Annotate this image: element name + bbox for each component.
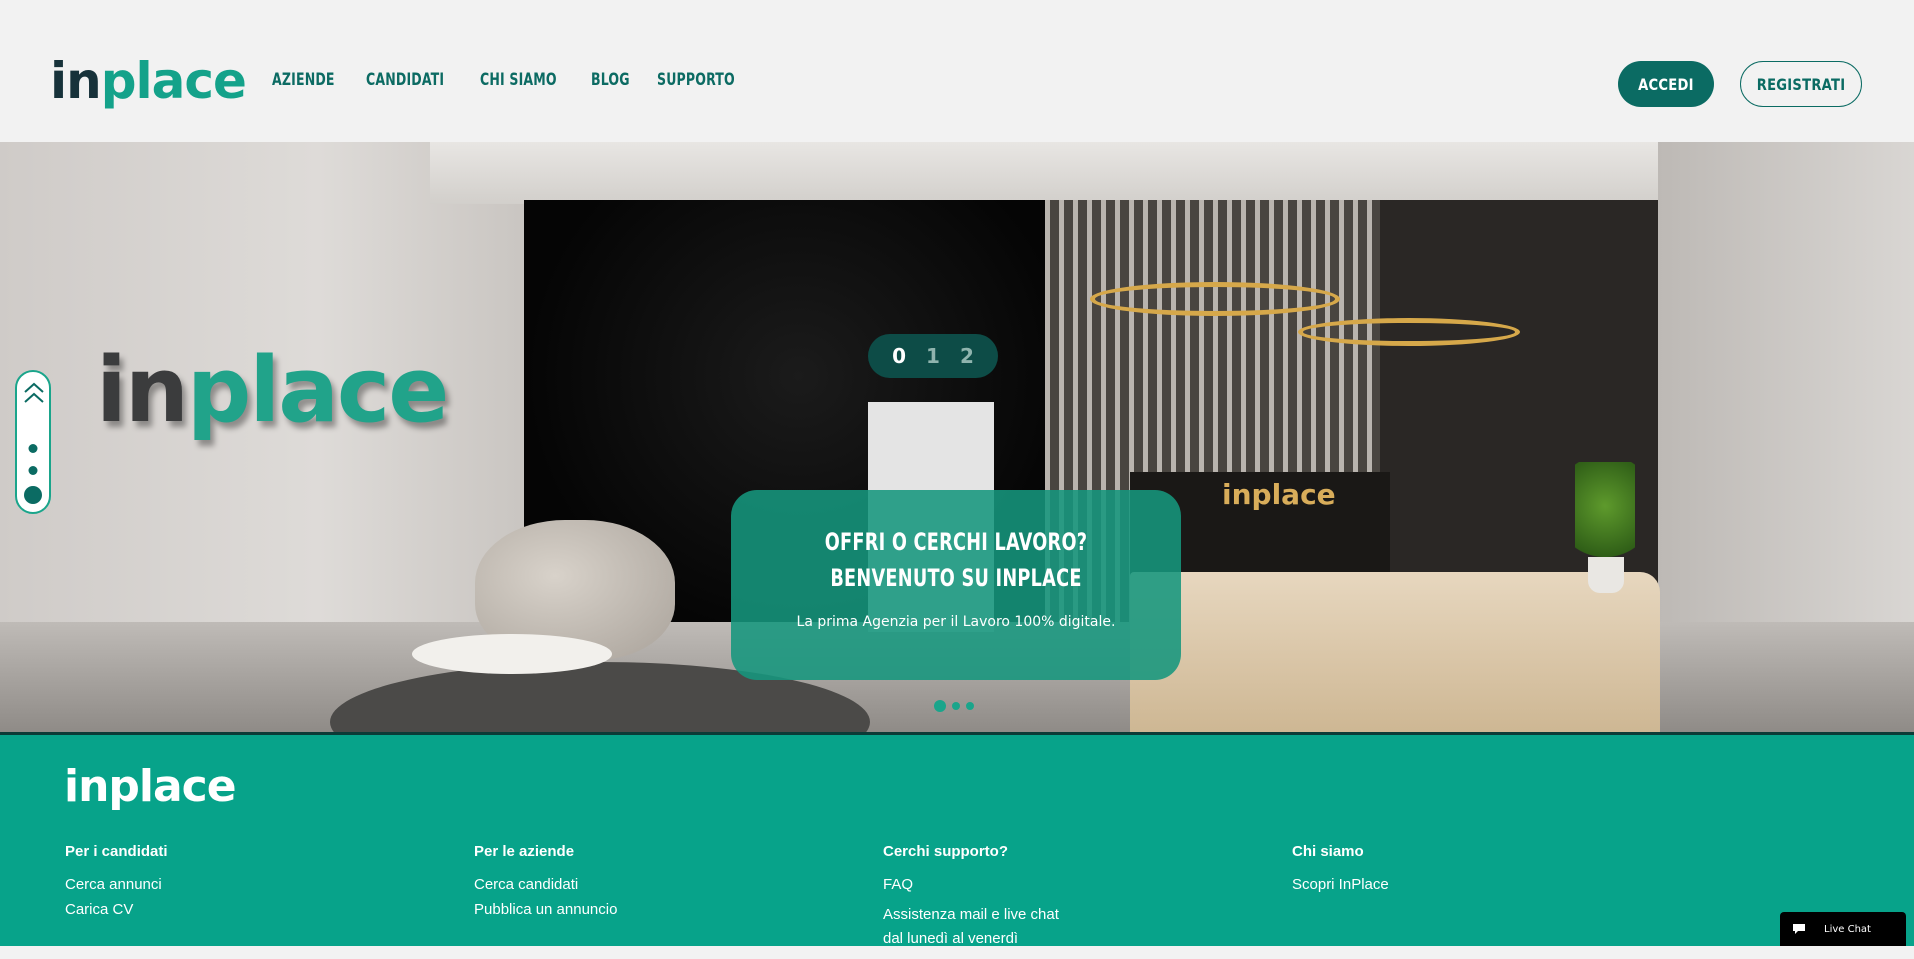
register-button[interactable]: REGISTRATI: [1740, 61, 1862, 107]
footer-link-scopri-inplace[interactable]: Scopri InPlace: [1292, 876, 1389, 893]
footer-logo[interactable]: inplace: [64, 761, 237, 812]
footer-heading: Cerchi supporto?: [883, 843, 1009, 860]
nav-blog[interactable]: BLOG: [591, 70, 630, 90]
live-chat-label: Live Chat: [1824, 923, 1871, 935]
hero-title-line2: BENVENUTO SU INPLACE: [830, 564, 1082, 592]
footer-heading: Per i candidati: [65, 843, 168, 860]
carousel-dot[interactable]: [966, 702, 974, 710]
side-pager-dot-active[interactable]: [24, 486, 42, 504]
side-pager: [15, 370, 51, 514]
site-header: in place AZIENDE CANDIDATI CHI SIAMO BLOG…: [0, 0, 1914, 142]
slide-counter-1[interactable]: 1: [926, 344, 940, 368]
site-footer: inplace Per i candidati Cerca annunci Ca…: [0, 732, 1914, 947]
nav-candidati[interactable]: CANDIDATI: [366, 70, 444, 90]
footer-link-cerca-annunci[interactable]: Cerca annunci: [65, 876, 168, 893]
footer-col-candidati: Per i candidati Cerca annunci Carica CV: [65, 843, 168, 926]
hero-bg-ceiling: [430, 142, 1660, 204]
footer-link-cerca-candidati[interactable]: Cerca candidati: [474, 876, 617, 893]
hero-subtitle: La prima Agenzia per il Lavoro 100% digi…: [796, 614, 1116, 630]
footer-col-chi-siamo: Chi siamo Scopri InPlace: [1292, 843, 1389, 901]
hero-bg-coffee-table: [412, 634, 612, 674]
footer-link-pubblica-annuncio[interactable]: Pubblica un annuncio: [474, 901, 617, 918]
register-button-label: REGISTRATI: [1756, 74, 1846, 94]
footer-heading: Chi siamo: [1292, 843, 1364, 860]
login-button[interactable]: ACCEDI: [1618, 61, 1714, 107]
slide-counter-2[interactable]: 2: [960, 344, 974, 368]
chat-bubble-icon: [1793, 924, 1805, 934]
hero-bg-ring-lamp: [1298, 318, 1520, 346]
site-logo[interactable]: in place: [50, 52, 247, 110]
carousel-dot[interactable]: [952, 702, 960, 710]
footer-col-aziende: Per le aziende Cerca candidati Pubblica …: [474, 843, 617, 926]
hero-desk-logo: inplace: [1222, 478, 1336, 511]
logo-text-place: place: [100, 52, 247, 110]
side-pager-dot[interactable]: [28, 466, 38, 475]
side-pager-dot[interactable]: [28, 444, 38, 453]
footer-heading: Per le aziende: [474, 843, 575, 860]
chevron-up-icon[interactable]: [22, 380, 46, 410]
slide-counter-0[interactable]: 0: [892, 344, 906, 368]
main-nav: AZIENDE CANDIDATI CHI SIAMO BLOG SUPPORT…: [272, 70, 751, 90]
wall-logo-in: in: [96, 338, 189, 443]
logo-text-in: in: [50, 52, 102, 110]
carousel-dots: [934, 700, 974, 712]
login-button-label: ACCEDI: [1638, 74, 1694, 94]
hero-wall-logo: inplace: [96, 338, 449, 443]
hero-bg-reception-desk: [1130, 572, 1660, 732]
live-chat-button[interactable]: Live Chat: [1780, 912, 1906, 946]
footer-link-carica-cv[interactable]: Carica CV: [65, 901, 168, 918]
hero-card: OFFRI O CERCHI LAVORO? BENVENUTO SU INPL…: [731, 490, 1181, 680]
slide-counter: 0 1 2: [868, 334, 998, 378]
footer-col-supporto: Cerchi supporto? FAQ Assistenza mail e l…: [883, 843, 1073, 959]
footer-link-assistenza[interactable]: Assistenza mail e live chat dal lunedì a…: [883, 903, 1073, 951]
hero-title-line1: OFFRI O CERCHI LAVORO?: [824, 528, 1088, 556]
wall-logo-place: place: [186, 338, 449, 443]
hero-bg-plant: [1575, 462, 1635, 572]
nav-chi-siamo[interactable]: CHI SIAMO: [480, 70, 557, 90]
nav-aziende[interactable]: AZIENDE: [272, 70, 335, 90]
hero-bg-ring-lamp: [1090, 282, 1340, 316]
carousel-dot-active[interactable]: [934, 700, 946, 712]
nav-supporto[interactable]: SUPPORTO: [657, 70, 735, 90]
footer-link-faq[interactable]: FAQ: [883, 876, 1073, 893]
hero-bg-plant-pot: [1588, 557, 1624, 593]
